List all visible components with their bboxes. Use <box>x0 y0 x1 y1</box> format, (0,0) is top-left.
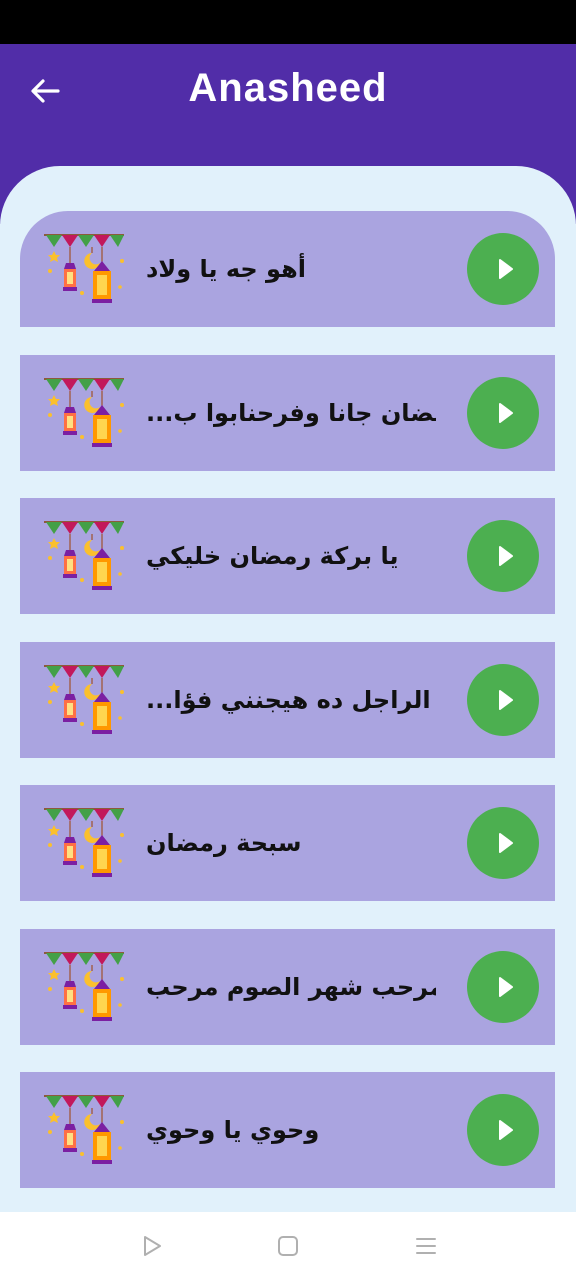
nav-menu-button[interactable] <box>412 1232 440 1260</box>
play-button[interactable] <box>467 520 539 592</box>
play-icon <box>490 685 520 715</box>
song-list-item[interactable]: سبحة رمضان <box>20 785 555 901</box>
song-list-item[interactable]: رمضان جانا وفرحنابوا ب... <box>20 354 555 471</box>
song-title: الراجل ده هيجنني فؤا... <box>146 685 431 714</box>
ramadan-lantern-icon <box>42 805 126 881</box>
song-list-item[interactable]: وحوي يا وحوي <box>20 1072 555 1188</box>
play-icon <box>490 1115 520 1145</box>
song-title: أهو جه يا ولاد <box>146 255 306 283</box>
song-title: وحوي يا وحوي <box>146 1116 320 1144</box>
play-icon <box>490 828 520 858</box>
song-title: مرحب شهر الصوم مرحب <box>146 972 436 1001</box>
ramadan-lantern-icon <box>42 1092 126 1168</box>
ramadan-lantern-icon <box>42 949 126 1025</box>
play-button[interactable] <box>467 807 539 879</box>
play-icon <box>490 254 520 284</box>
page-title: Anasheed <box>188 66 388 110</box>
song-title: رمضان جانا وفرحنابوا ب... <box>146 398 436 427</box>
play-icon <box>490 398 520 428</box>
square-home-icon <box>278 1236 298 1256</box>
play-button[interactable] <box>467 1094 539 1166</box>
play-button[interactable] <box>467 663 539 736</box>
nav-back-button[interactable] <box>138 1232 166 1260</box>
ramadan-lantern-icon <box>42 518 126 594</box>
triangle-back-icon <box>144 1236 161 1256</box>
play-icon <box>490 541 520 571</box>
play-button[interactable] <box>467 376 539 449</box>
status-bar <box>0 0 576 44</box>
song-list-item[interactable]: مرحب شهر الصوم مرحب <box>20 928 555 1045</box>
nav-home-button[interactable] <box>274 1232 302 1260</box>
system-nav-bar <box>0 1212 576 1280</box>
play-button[interactable] <box>467 950 539 1023</box>
play-icon <box>490 972 520 1002</box>
ramadan-lantern-icon <box>42 231 126 307</box>
song-list-item[interactable]: أهو جه يا ولاد <box>20 211 555 327</box>
song-list-item[interactable]: الراجل ده هيجنني فؤا... <box>20 641 555 758</box>
ramadan-lantern-icon <box>42 375 126 451</box>
three-lines-menu-icon <box>416 1238 436 1254</box>
play-button[interactable] <box>467 233 539 305</box>
ramadan-lantern-icon <box>42 662 126 738</box>
song-title: يا بركة رمضان خليكي <box>146 542 399 570</box>
song-list-panel: أهو جه يا ولاد رمضان جانا وفرحنابوا ب...… <box>0 166 576 1212</box>
song-title: سبحة رمضان <box>146 829 302 857</box>
song-list-item[interactable]: يا بركة رمضان خليكي <box>20 498 555 614</box>
